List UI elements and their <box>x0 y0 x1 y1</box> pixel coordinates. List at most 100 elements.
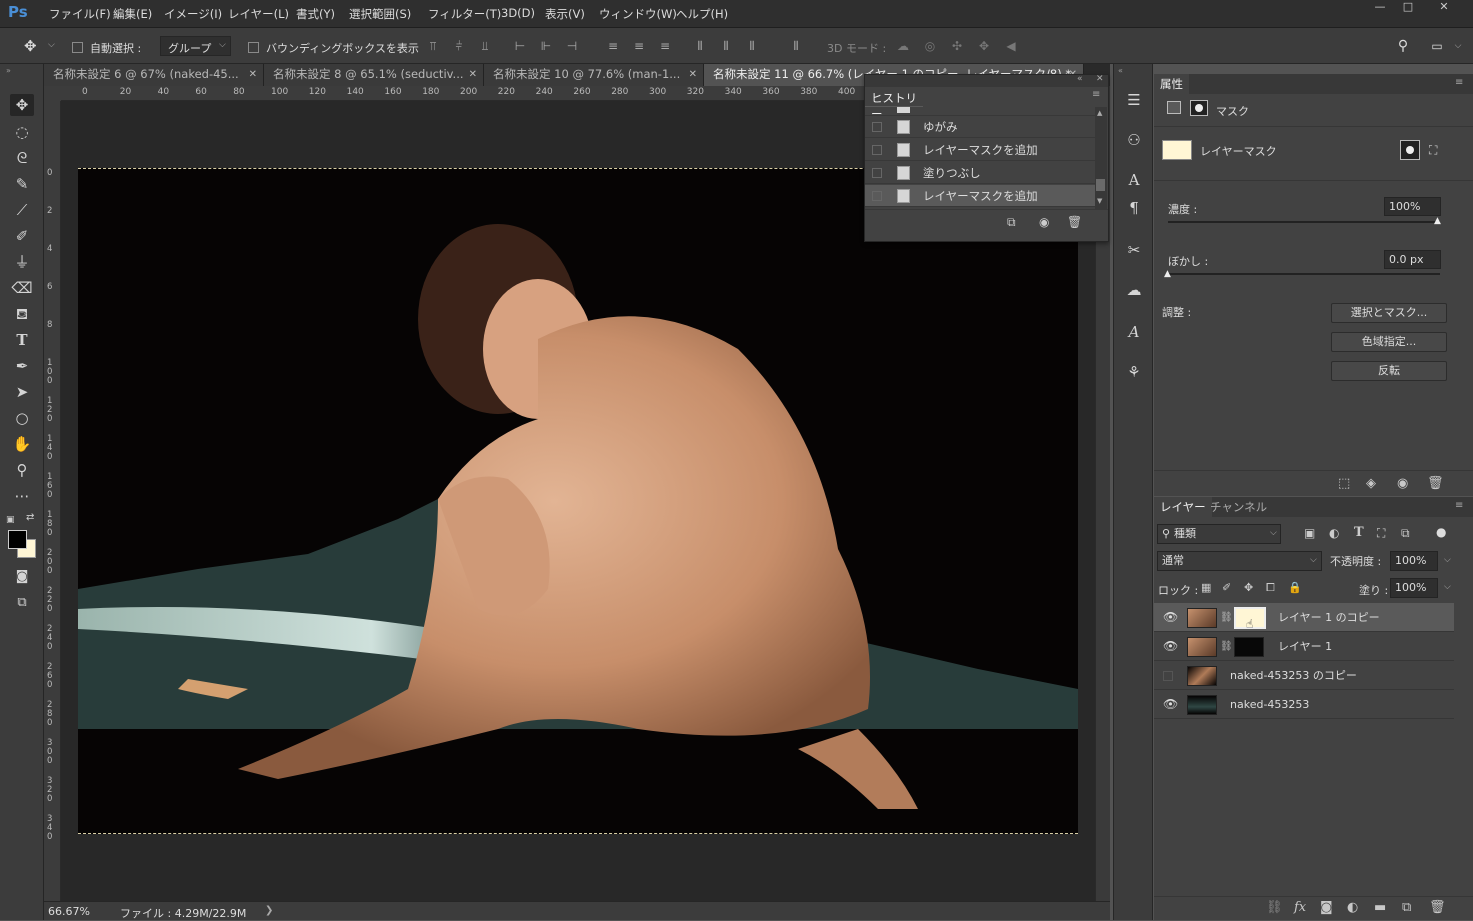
link-icon[interactable]: ⛓ <box>1220 603 1233 632</box>
workspace-icon[interactable]: ▭ <box>1430 39 1444 53</box>
load-selection-icon[interactable]: ⬚ <box>1338 476 1350 491</box>
layer-row[interactable]: 👁 ⛓ ☝ レイヤー 1 のコピー <box>1154 603 1454 632</box>
filter-toggle-icon[interactable]: ● <box>1436 525 1446 539</box>
stamp-tool-icon[interactable]: ⏚ <box>10 251 34 273</box>
filter-adjustment-icon[interactable]: ◐ <box>1329 526 1339 540</box>
layer-mask-thumbnail[interactable]: ☝ <box>1234 607 1266 631</box>
default-colors-icon[interactable]: ▣ <box>6 515 15 525</box>
layer-mask-thumbnail[interactable] <box>1234 637 1264 657</box>
menu-3d[interactable]: 3D(D) <box>501 6 535 20</box>
character-icon[interactable]: A <box>1122 168 1146 192</box>
filter-smart-object-icon[interactable]: ⧉ <box>1401 526 1410 541</box>
vector-mask-icon[interactable] <box>1190 100 1208 116</box>
layer-filter-dropdown[interactable]: ⚲ 種類 ⌵ <box>1157 524 1281 544</box>
scroll-thumb[interactable] <box>1096 179 1105 191</box>
tab-properties[interactable]: 属性 <box>1154 74 1189 94</box>
chevron-down-icon[interactable]: ⌵ <box>1451 39 1465 53</box>
hand-tool-icon[interactable]: ✋ <box>10 433 34 455</box>
chevron-down-icon[interactable]: ⌵ <box>1444 555 1451 565</box>
select-pixel-mask-icon[interactable] <box>1400 140 1420 160</box>
auto-select-dropdown[interactable]: グループ ⌵ <box>160 36 231 56</box>
trash-icon[interactable]: 🗑 <box>1067 215 1082 229</box>
3d-orbit-icon[interactable]: ☁ <box>896 39 910 53</box>
history-titlebar[interactable]: « ✕ <box>865 74 1108 87</box>
link-layers-icon[interactable]: ⛓ <box>1266 900 1283 915</box>
menu-view[interactable]: 表示(V) <box>545 6 585 22</box>
history-checkbox[interactable] <box>872 145 882 155</box>
density-field[interactable]: 100% <box>1384 197 1441 216</box>
lock-artboard-icon[interactable]: ⧠ <box>1266 581 1275 595</box>
select-and-mask-button[interactable]: 選択とマスク... <box>1331 303 1447 323</box>
history-item[interactable]: ゆがみ <box>865 116 1095 138</box>
swap-colors-icon[interactable]: ⇄ <box>26 512 34 523</box>
distribute-bottom-icon[interactable]: ≡ <box>658 39 672 53</box>
eye-icon[interactable]: 👁 <box>1163 690 1178 719</box>
distribute-hcenter-icon[interactable]: ⦀ <box>719 39 733 53</box>
history-item[interactable]: 塗りつぶし <box>865 162 1095 184</box>
move-tool-icon[interactable]: ✥ <box>10 94 34 116</box>
align-hcenter-icon[interactable]: ⊩ <box>539 39 553 53</box>
add-mask-icon[interactable]: ◙ <box>1320 900 1333 915</box>
history-checkbox[interactable] <box>872 191 882 201</box>
maximize-button[interactable]: □ <box>1394 0 1422 14</box>
bounding-box-checkbox[interactable] <box>248 40 259 53</box>
lasso-tool-icon[interactable]: ᘓ <box>10 147 34 169</box>
link-icon[interactable]: ⛓ <box>1220 632 1233 661</box>
blend-mode-dropdown[interactable]: 通常 ⌵ <box>1157 551 1322 571</box>
trash-icon[interactable]: 🗑 <box>1429 900 1446 915</box>
paint-bucket-tool-icon[interactable]: ⛾ <box>10 303 34 325</box>
history-item[interactable]: レイヤーマスクを追加 <box>865 139 1095 161</box>
align-vcenter-icon[interactable]: ⫩ <box>452 39 466 53</box>
filter-shape-icon[interactable]: ⛶ <box>1377 526 1385 541</box>
status-menu-arrow[interactable]: ❯ <box>265 905 273 916</box>
align-bottom-icon[interactable]: ⫫ <box>478 39 492 53</box>
history-checkbox[interactable] <box>872 168 882 178</box>
fill-field[interactable]: 100% <box>1390 578 1438 598</box>
menu-file[interactable]: ファイル(F) <box>49 6 111 22</box>
distribute-vcenter-icon[interactable]: ≡ <box>632 39 646 53</box>
lock-pixels-icon[interactable]: ✐ <box>1222 581 1231 594</box>
document-image[interactable] <box>78 168 1078 834</box>
apply-mask-icon[interactable]: ◈ <box>1366 476 1376 491</box>
new-layer-icon[interactable]: ⧉ <box>1402 900 1411 915</box>
tab-document-10[interactable]: 名称未設定 10 @ 77.6% (man-1... ✕ <box>484 64 704 86</box>
tab-document-6[interactable]: 名称未設定 6 @ 67% (naked-45... ✕ <box>44 64 264 86</box>
lock-transparent-icon[interactable]: ▦ <box>1201 581 1211 594</box>
history-scrollbar[interactable]: ▲ ▼ <box>1095 107 1107 209</box>
distribute-right-icon[interactable]: ⦀ <box>745 39 759 53</box>
density-slider-handle[interactable]: ▲ <box>1434 216 1441 226</box>
add-vector-mask-icon[interactable]: ⛶ <box>1429 143 1437 158</box>
glyphs-icon[interactable]: A <box>1122 320 1146 344</box>
visibility-icon[interactable]: ◉ <box>1397 476 1408 491</box>
panel-menu-icon[interactable]: ≡ <box>1092 89 1100 100</box>
layer-row[interactable]: 👁 naked-453253 <box>1154 690 1454 719</box>
history-checkbox[interactable] <box>872 122 882 132</box>
trash-icon[interactable]: 🗑 <box>1427 476 1444 491</box>
feather-slider[interactable] <box>1168 273 1440 275</box>
adjustments-icon[interactable]: ☰ <box>1122 88 1146 112</box>
close-icon[interactable]: ✕ <box>1096 74 1104 84</box>
chevron-down-icon[interactable]: ⌵ <box>1444 582 1451 592</box>
search-icon[interactable]: ⚲ <box>1396 39 1410 53</box>
distribute-left-icon[interactable]: ⦀ <box>693 39 707 53</box>
align-left-icon[interactable]: ⊢ <box>513 39 527 53</box>
opacity-field[interactable]: 100% <box>1390 551 1438 571</box>
tab-layers[interactable]: レイヤー <box>1154 497 1212 517</box>
libraries-icon[interactable]: ☁ <box>1122 278 1146 302</box>
tab-history[interactable]: ヒストリー <box>865 87 923 121</box>
more-tools-icon[interactable]: ⋯ <box>10 485 34 507</box>
close-icon[interactable]: ✕ <box>469 64 477 85</box>
menu-layer[interactable]: レイヤー(L) <box>228 6 289 22</box>
marquee-tool-icon[interactable]: ◌ <box>10 121 34 143</box>
layer-row[interactable]: 👁 ⛓ レイヤー 1 <box>1154 632 1454 661</box>
pixel-mask-icon[interactable] <box>1167 101 1181 114</box>
density-slider[interactable] <box>1168 221 1440 223</box>
path-select-tool-icon[interactable]: ➤ <box>10 381 34 403</box>
color-range-button[interactable]: 色域指定... <box>1331 332 1447 352</box>
clone-source-icon[interactable]: ⚘ <box>1122 360 1146 384</box>
feather-field[interactable]: 0.0 px <box>1384 250 1441 269</box>
menu-edit[interactable]: 編集(E) <box>113 6 152 22</box>
foreground-color-swatch[interactable] <box>8 530 27 549</box>
menu-image[interactable]: イメージ(I) <box>164 6 222 22</box>
eye-icon[interactable]: 👁 <box>1163 632 1178 661</box>
